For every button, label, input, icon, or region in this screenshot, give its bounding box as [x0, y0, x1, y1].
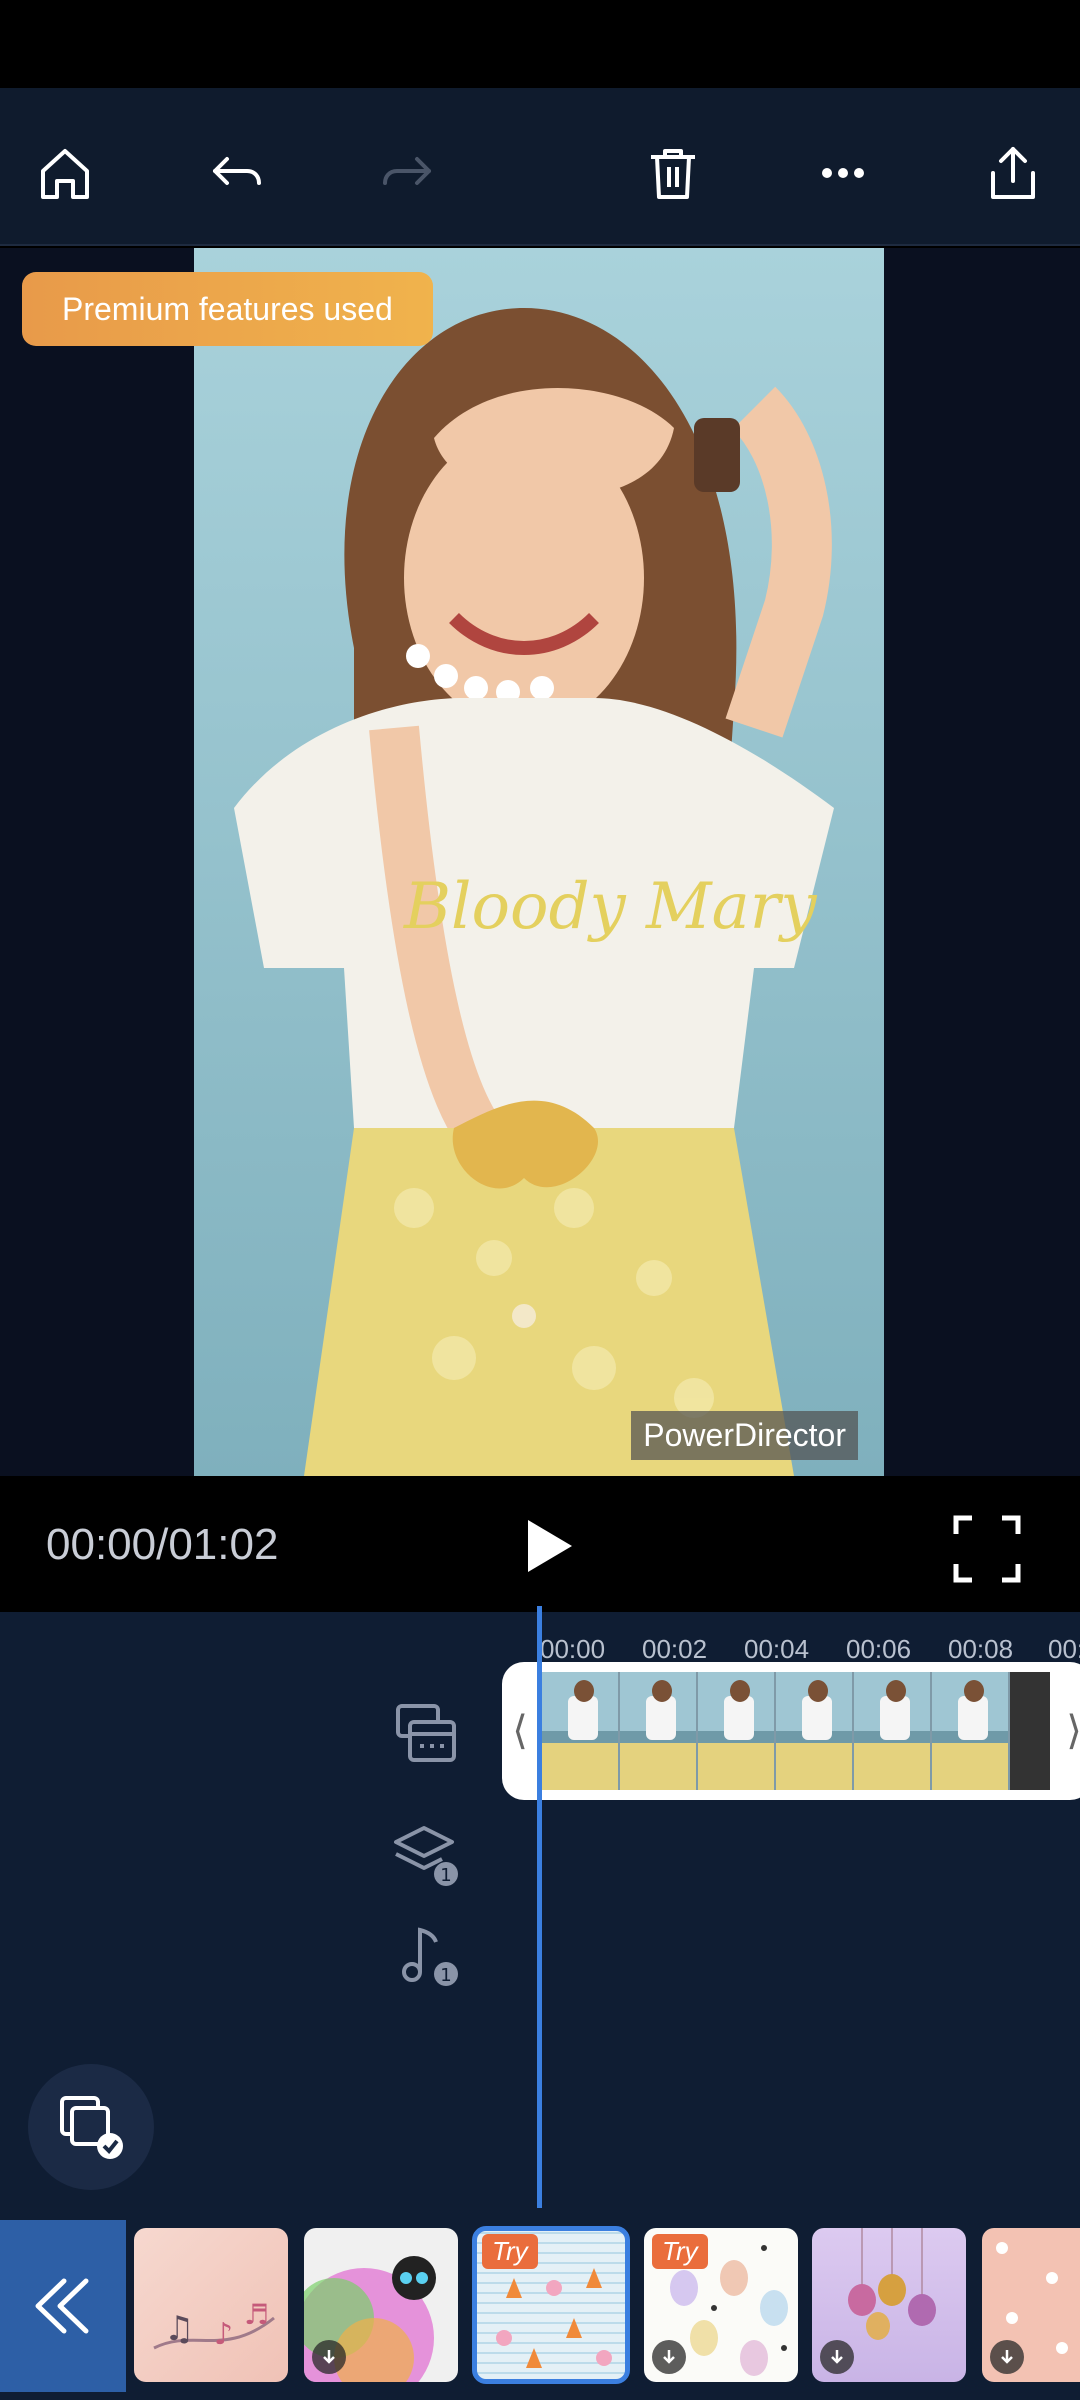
try-badge: Try: [652, 2234, 708, 2269]
try-badge: Try: [482, 2234, 538, 2269]
clip-frame: [932, 1672, 1010, 1790]
video-preview[interactable]: Bloody Mary PowerDirector Premium featur…: [0, 248, 1080, 1476]
home-icon: [41, 149, 89, 199]
clip-end-frame: [1010, 1672, 1050, 1790]
playback-controls: 00:00/01:02: [0, 1476, 1080, 1612]
multi-select-icon: [60, 2096, 123, 2159]
preview-image: Bloody Mary PowerDirector: [194, 248, 884, 1476]
status-bar: [0, 0, 1080, 88]
clip-frame: [854, 1672, 932, 1790]
play-icon: [528, 1520, 572, 1572]
audio-count: 1: [440, 1965, 451, 1986]
undo-button[interactable]: [192, 128, 282, 218]
redo-button[interactable]: [362, 128, 452, 218]
watermark: PowerDirector: [631, 1411, 858, 1460]
effect-thumb-carrot[interactable]: Try: [472, 2226, 630, 2384]
tick-label: 00:: [1048, 1634, 1080, 1664]
share-button[interactable]: [968, 128, 1058, 218]
fullscreen-icon[interactable]: [950, 1512, 1024, 1586]
clip-trim-handle-left[interactable]: ⟨: [502, 1662, 538, 1800]
shirt-text: Bloody Mary: [403, 870, 817, 944]
svg-text:♬: ♬: [244, 2298, 269, 2331]
effect-thumb-eggs[interactable]: Try: [644, 2228, 798, 2382]
delete-button[interactable]: [628, 128, 718, 218]
share-icon: [991, 147, 1035, 199]
tick-label: 00:06: [846, 1634, 912, 1664]
music-track-icon[interactable]: 1: [390, 1918, 462, 1990]
clip-frame: [776, 1672, 854, 1790]
premium-features-badge[interactable]: Premium features used: [22, 272, 433, 346]
overlay-count: 1: [440, 1865, 451, 1886]
multi-select-button[interactable]: [28, 2064, 154, 2190]
effect-thumb-robot[interactable]: [304, 2228, 458, 2382]
undo-icon: [213, 157, 261, 185]
redo-icon: [383, 157, 431, 185]
more-button[interactable]: [798, 128, 888, 218]
overlay-layers-icon[interactable]: 1: [390, 1818, 462, 1890]
timecode: 00:00/01:02: [46, 1520, 279, 1569]
download-icon[interactable]: [820, 2340, 854, 2374]
clip-frame: [698, 1672, 776, 1790]
effect-thumb-music[interactable]: ♫ ♪ ♬: [134, 2228, 288, 2382]
more-icon: [822, 168, 864, 178]
tick-label: 00:02: [642, 1634, 708, 1664]
tick-label: 00:00: [540, 1634, 606, 1664]
top-toolbar: [0, 88, 1080, 246]
tick-label: 00:04: [744, 1634, 810, 1664]
clip-frames: [542, 1672, 1052, 1790]
effects-strip: ♫ ♪ ♬ Try Try: [0, 2220, 1080, 2400]
collapse-strip-button[interactable]: [0, 2220, 126, 2392]
effect-thumb-ornaments[interactable]: [812, 2228, 966, 2382]
clip-frame: [542, 1672, 620, 1790]
video-track-icon[interactable]: [390, 1698, 462, 1770]
download-icon[interactable]: [312, 2340, 346, 2374]
svg-text:♫: ♫: [164, 2309, 194, 2349]
double-chevron-left-icon: [35, 2278, 89, 2334]
video-clip[interactable]: ⟨ ⟩: [502, 1662, 1080, 1800]
trash-icon: [651, 149, 695, 199]
svg-text:♪: ♪: [214, 2317, 233, 2352]
play-button[interactable]: [508, 1504, 592, 1588]
download-icon[interactable]: [652, 2340, 686, 2374]
clip-frame: [620, 1672, 698, 1790]
home-button[interactable]: [20, 128, 110, 218]
download-icon[interactable]: [990, 2340, 1024, 2374]
clip-trim-handle-right[interactable]: ⟩: [1056, 1662, 1080, 1800]
music-notes-art: ♫ ♪ ♬: [153, 2298, 275, 2352]
tick-label: 00:08: [948, 1634, 1014, 1664]
playhead[interactable]: [537, 1606, 542, 2208]
effect-thumb-flowers[interactable]: [982, 2228, 1080, 2382]
